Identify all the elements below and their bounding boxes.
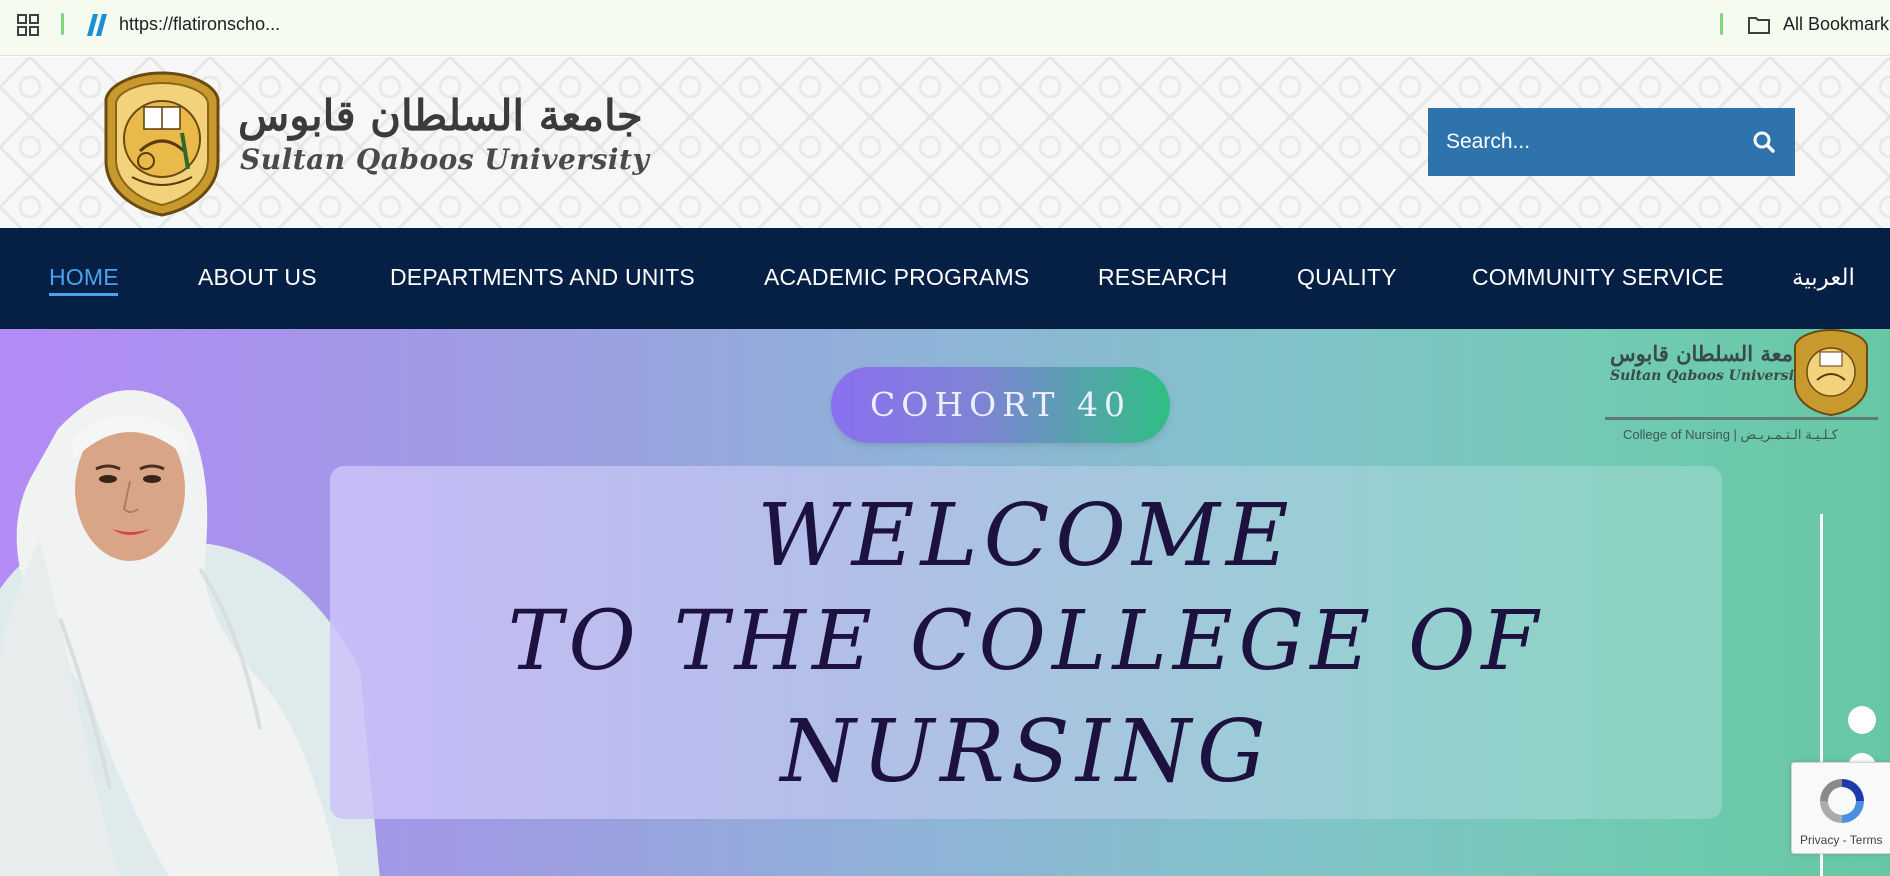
all-bookmarks-button[interactable]: All Bookmark <box>1783 14 1889 35</box>
university-seal-logo[interactable] <box>102 69 222 217</box>
welcome-heading-line-3: NURSING <box>780 702 1272 802</box>
college-of-nursing-logo: جامعة السلطان قابوس Sultan Qaboos Univer… <box>1603 329 1883 447</box>
cohort-badge: COHORT 40 <box>831 367 1170 443</box>
nav-item-quality[interactable]: QUALITY <box>1297 264 1397 291</box>
main-navigation: HOME ABOUT US DEPARTMENTS AND UNITS ACAD… <box>0 228 1890 329</box>
mini-logo-arabic: جامعة السلطان قابوس <box>1610 341 1813 366</box>
search-bar <box>1428 108 1795 176</box>
nav-item-home[interactable]: HOME <box>49 264 119 291</box>
mini-seal-icon <box>1794 329 1868 416</box>
address-bar-url[interactable]: https://flatironscho... <box>119 14 280 35</box>
nav-active-indicator <box>49 293 118 296</box>
toolbar-separator <box>1720 13 1723 35</box>
logo-english-name: Sultan Qaboos University <box>240 143 650 176</box>
site-header: جامعة السلطان قابوس Sultan Qaboos Univer… <box>0 57 1890 228</box>
cohort-label: COHORT 40 <box>870 385 1131 424</box>
search-icon[interactable] <box>1749 127 1779 157</box>
mini-logo-divider <box>1605 417 1878 420</box>
welcome-heading-line-1: WELCOME <box>757 486 1295 586</box>
nav-item-about-us[interactable]: ABOUT US <box>198 264 317 291</box>
hero-person-photo <box>0 390 380 876</box>
recaptcha-icon <box>1820 779 1864 823</box>
recaptcha-privacy-terms[interactable]: Privacy - Terms <box>1800 833 1882 847</box>
welcome-heading-line-2: TO THE COLLEGE OF <box>507 594 1545 689</box>
mini-logo-english: Sultan Qaboos University <box>1610 368 1809 384</box>
nav-item-research[interactable]: RESEARCH <box>1098 264 1227 291</box>
logo-arabic-name: جامعة السلطان قابوس <box>238 91 643 140</box>
nav-item-departments-and-units[interactable]: DEPARTMENTS AND UNITS <box>390 264 695 291</box>
search-input[interactable] <box>1446 108 1726 176</box>
college-of-nursing-label: College of Nursing | كـلـيـة الـتـمـريـض <box>1623 427 1838 442</box>
site-favicon-icon <box>87 14 107 36</box>
toolbar-separator <box>61 13 64 35</box>
browser-toolbar: https://flatironscho... All Bookmark <box>0 0 1890 56</box>
apps-grid-icon[interactable] <box>17 14 39 36</box>
nav-item-academic-programs[interactable]: ACADEMIC PROGRAMS <box>764 264 1029 291</box>
welcome-panel: WELCOME TO THE COLLEGE OF NURSING <box>330 466 1722 819</box>
folder-icon[interactable] <box>1747 14 1771 36</box>
recaptcha-badge[interactable]: Privacy - Terms <box>1791 762 1890 854</box>
hero-slider: COHORT 40 WELCOME TO THE COLLEGE OF NURS… <box>0 329 1890 876</box>
nav-item-community-service[interactable]: COMMUNITY SERVICE <box>1472 264 1724 291</box>
slider-dot-1[interactable] <box>1848 706 1876 734</box>
nav-item-arabic-language[interactable]: العربية <box>1792 264 1855 291</box>
